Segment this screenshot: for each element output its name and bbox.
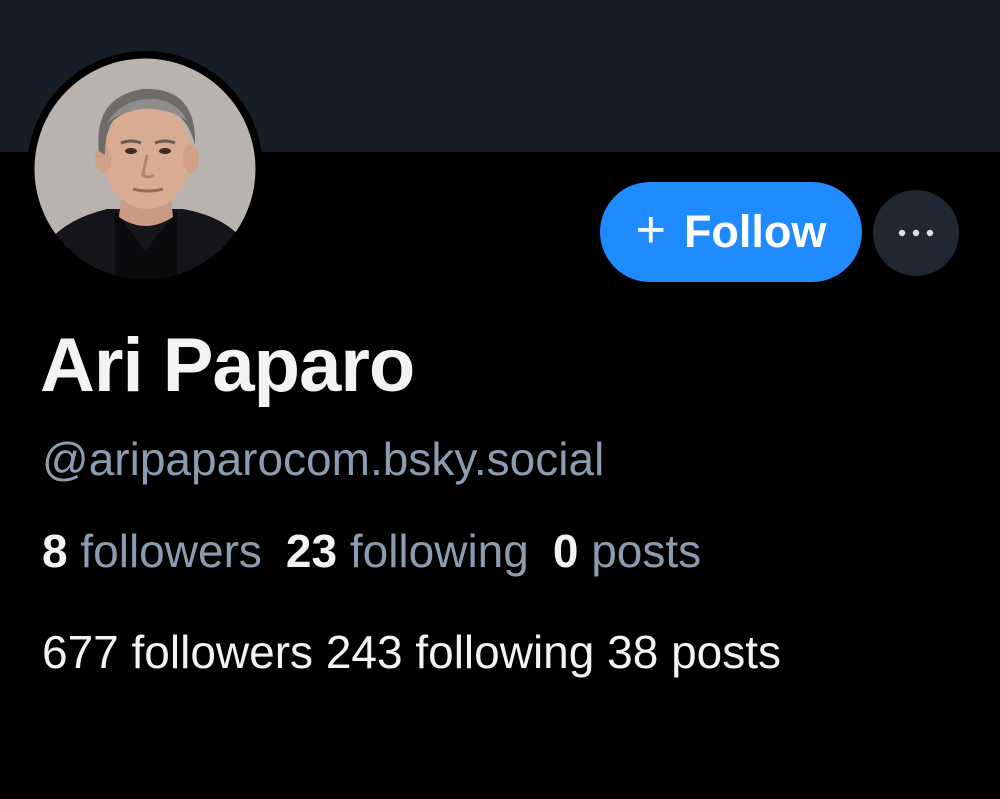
plus-icon: + bbox=[635, 201, 666, 259]
following-label: following bbox=[349, 525, 529, 577]
followers-count: 8 bbox=[42, 525, 68, 577]
display-name: Ari Paparo bbox=[40, 323, 415, 408]
follow-button[interactable]: + Follow bbox=[600, 182, 862, 282]
profile-handle: @aripaparocom.bsky.social bbox=[42, 433, 605, 485]
posts-count: 0 bbox=[552, 525, 579, 577]
following-link[interactable]: 23 following bbox=[286, 525, 529, 577]
followers-label: followers bbox=[80, 525, 262, 577]
follow-label: Follow bbox=[683, 206, 827, 257]
more-options-button[interactable] bbox=[873, 190, 959, 276]
posts-stat: 0 posts bbox=[553, 525, 701, 577]
followers-link[interactable]: 8 followers bbox=[42, 525, 262, 577]
profile-page: + Follow Ari Paparo @aripaparocom.bsky.s… bbox=[0, 0, 1000, 799]
following-count: 23 bbox=[285, 525, 338, 577]
profile-photo bbox=[28, 52, 262, 286]
avatar[interactable] bbox=[27, 51, 263, 287]
profile-bio: 677 followers 243 following 38 posts bbox=[42, 626, 782, 678]
posts-label: posts bbox=[591, 525, 702, 577]
ellipsis-icon bbox=[898, 229, 934, 237]
profile-stats: 8 followers 23 following 0 posts bbox=[42, 524, 701, 578]
